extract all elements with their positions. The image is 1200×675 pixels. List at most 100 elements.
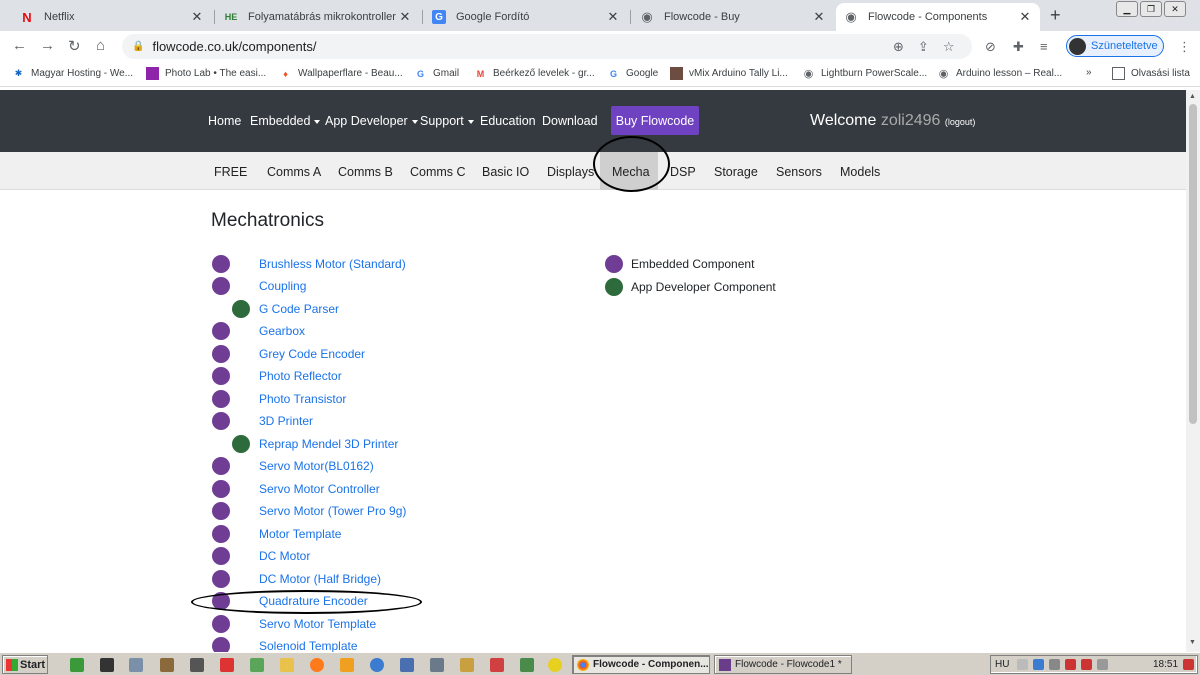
expand-tray-icon[interactable] (1017, 659, 1029, 670)
block-icon[interactable]: ⊘ (985, 39, 996, 55)
bookmark-vmix[interactable]: vMix Arduino Tally Li... (670, 67, 788, 80)
logout-link[interactable]: (logout) (945, 117, 976, 127)
component-link[interactable]: Grey Code Encoder (259, 347, 365, 361)
start-button[interactable]: Start (2, 655, 48, 674)
new-tab-button[interactable]: + (1050, 5, 1061, 26)
component-link[interactable]: Servo Motor (Tower Pro 9g) (259, 504, 406, 518)
component-link[interactable]: Motor Template (259, 527, 341, 541)
firefox-icon[interactable] (310, 658, 324, 672)
zoom-icon[interactable]: ⊕ (893, 39, 904, 55)
component-link[interactable]: Photo Reflector (259, 369, 342, 383)
scroll-up-icon[interactable]: ▲ (1189, 93, 1196, 100)
tab-flowcode-components[interactable]: ◉ Flowcode - Components ✕ (836, 3, 1040, 31)
quicklaunch-icon[interactable] (370, 658, 384, 672)
quicklaunch-icon[interactable] (548, 658, 562, 672)
tab-dsp[interactable]: DSP (670, 165, 696, 179)
quicklaunch-icon[interactable] (400, 658, 414, 672)
taskbar-item-flowcode[interactable]: Flowcode - Flowcode1 * (714, 655, 852, 674)
close-icon[interactable]: ✕ (1018, 9, 1032, 25)
close-icon[interactable]: ✕ (190, 9, 204, 25)
quicklaunch-icon[interactable] (190, 658, 204, 672)
tab-displays[interactable]: Displays (547, 165, 594, 179)
reading-list-button[interactable]: Olvasási lista (1112, 67, 1190, 80)
bookmarks-more-button[interactable]: » (1086, 67, 1092, 78)
quicklaunch-icon[interactable] (160, 658, 174, 672)
scroll-thumb[interactable] (1189, 104, 1197, 424)
component-link[interactable]: Servo Motor Controller (259, 482, 380, 496)
close-icon[interactable]: ✕ (398, 9, 412, 25)
reload-icon[interactable]: ↻ (68, 37, 81, 55)
bookmark-lightburn[interactable]: ◉ Lightburn PowerScale... (802, 67, 927, 80)
tab-free[interactable]: FREE (214, 165, 247, 179)
menu-icon[interactable]: ⋮ (1178, 39, 1191, 55)
buy-flowcode-button[interactable]: Buy Flowcode (611, 106, 699, 135)
tab-folyamatabras[interactable]: HE Folyamatábrás mikrokontroller prog ✕ (216, 3, 420, 31)
component-link[interactable]: 3D Printer (259, 414, 313, 428)
bookmark-arduino[interactable]: ◉ Arduino lesson – Real... (937, 67, 1062, 80)
maximize-icon[interactable]: ❐ (1140, 1, 1162, 17)
bookmark-gmail[interactable]: G Gmail (414, 67, 459, 80)
minimize-icon[interactable]: ▁ (1116, 1, 1138, 17)
close-icon[interactable]: ✕ (812, 9, 826, 25)
close-icon[interactable]: ✕ (606, 9, 620, 25)
network-icon[interactable] (1049, 659, 1061, 670)
quicklaunch-icon[interactable] (490, 658, 504, 672)
component-link[interactable]: Brushless Motor (Standard) (259, 257, 406, 271)
tab-comms-c[interactable]: Comms C (410, 165, 466, 179)
component-link[interactable]: Gearbox (259, 324, 305, 338)
component-link[interactable]: Photo Transistor (259, 392, 346, 406)
tab-google-translate[interactable]: G Google Fordító ✕ (424, 3, 628, 31)
bookmark-beerkezo[interactable]: M Beérkező levelek - gr... (474, 67, 595, 80)
media-icon[interactable]: ≡ (1040, 39, 1048, 54)
component-link[interactable]: Servo Motor(BL0162) (259, 459, 374, 473)
quicklaunch-icon[interactable] (250, 658, 264, 672)
tray-app-icon[interactable] (1065, 659, 1077, 670)
quicklaunch-icon[interactable] (520, 658, 534, 672)
tab-models[interactable]: Models (840, 165, 880, 179)
nav-download[interactable]: Download (542, 114, 598, 128)
page-scrollbar[interactable]: ▲ ▼ (1186, 90, 1200, 652)
component-link[interactable]: G Code Parser (259, 302, 339, 316)
component-link[interactable]: Solenoid Template (259, 639, 358, 652)
nav-education[interactable]: Education (480, 114, 536, 128)
bookmark-google[interactable]: G Google (607, 67, 658, 80)
quicklaunch-icon[interactable] (100, 658, 114, 672)
tab-basic-io[interactable]: Basic IO (482, 165, 529, 179)
volume-icon[interactable] (1097, 659, 1109, 670)
profile-button[interactable]: Szüneteltetve (1066, 35, 1164, 57)
tab-comms-b[interactable]: Comms B (338, 165, 393, 179)
component-link[interactable]: Servo Motor Template (259, 617, 376, 631)
tray-app-icon[interactable] (1081, 659, 1093, 670)
share-icon[interactable]: ⇪ (918, 39, 929, 55)
quicklaunch-icon[interactable] (70, 658, 84, 672)
back-icon[interactable]: ← (12, 37, 27, 54)
bookmark-photo-lab[interactable]: Photo Lab • The easi... (146, 67, 266, 80)
bookmark-wallpaperflare[interactable]: ♦ Wallpaperflare - Beau... (279, 67, 402, 80)
quicklaunch-icon[interactable] (220, 658, 234, 672)
tab-netflix[interactable]: N Netflix ✕ (12, 3, 212, 31)
quicklaunch-icon[interactable] (280, 658, 294, 672)
taskbar-item-chrome[interactable]: Flowcode - Componen... (572, 655, 710, 674)
tray-app-icon[interactable] (1183, 659, 1194, 670)
component-link[interactable]: Coupling (259, 279, 306, 293)
quicklaunch-icon[interactable] (460, 658, 474, 672)
component-link[interactable]: Reprap Mendel 3D Printer (259, 437, 398, 451)
close-window-icon[interactable]: ✕ (1164, 1, 1186, 17)
tab-flowcode-buy[interactable]: ◉ Flowcode - Buy ✕ (632, 3, 834, 31)
forward-icon[interactable]: → (40, 37, 55, 54)
extensions-icon[interactable]: ✚ (1013, 39, 1024, 55)
tab-sensors[interactable]: Sensors (776, 165, 822, 179)
quicklaunch-icon[interactable] (430, 658, 444, 672)
nav-home[interactable]: Home (208, 114, 241, 128)
star-icon[interactable]: ☆ (943, 39, 955, 55)
home-icon[interactable]: ⌂ (96, 37, 105, 54)
component-link[interactable]: DC Motor (259, 549, 310, 563)
tab-storage[interactable]: Storage (714, 165, 758, 179)
bookmark-magyar-hosting[interactable]: ✱ Magyar Hosting - We... (12, 67, 133, 80)
nav-embedded[interactable]: Embedded (250, 114, 321, 128)
nav-app-developer[interactable]: App Developer (325, 114, 418, 128)
nav-support[interactable]: Support (420, 114, 474, 128)
search-icon[interactable] (1033, 659, 1045, 670)
quicklaunch-icon[interactable] (129, 658, 143, 672)
address-bar[interactable]: 🔒 flowcode.co.uk/components/ (122, 34, 972, 59)
